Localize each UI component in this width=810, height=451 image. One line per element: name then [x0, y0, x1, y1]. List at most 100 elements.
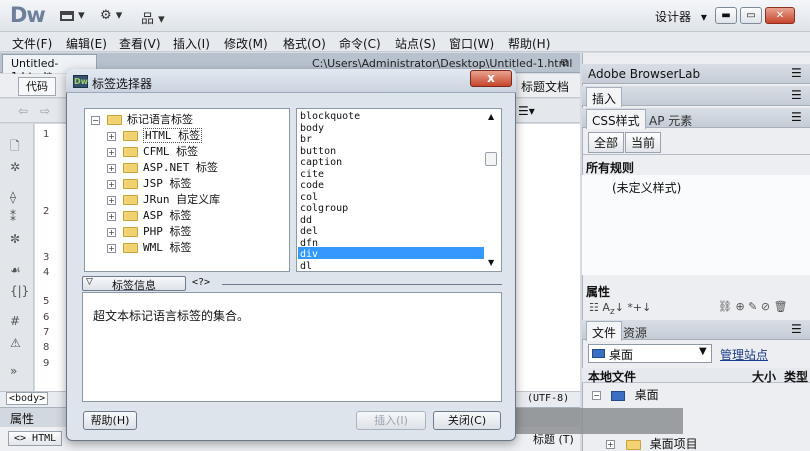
list-item[interactable]: dfn: [300, 238, 318, 250]
scroll-up-icon[interactable]: ▲: [488, 112, 494, 121]
list-item[interactable]: caption: [300, 157, 342, 169]
collapse-icon[interactable]: −: [592, 391, 601, 400]
panel-menu-icon[interactable]: ☰: [791, 66, 802, 80]
tab-css-styles[interactable]: CSS样式: [586, 109, 646, 129]
list-item-selected[interactable]: div: [300, 249, 318, 261]
panel-menu-icon[interactable]: ☰: [791, 88, 802, 102]
menu-view[interactable]: 查看(V): [119, 35, 161, 52]
expand-icon[interactable]: +: [606, 440, 615, 449]
tree-node[interactable]: + HTML 标签: [107, 127, 203, 143]
dialog-close-button[interactable]: x: [470, 70, 512, 87]
maximize-button[interactable]: ▭: [740, 7, 762, 24]
tree-node[interactable]: + PHP 标签: [107, 223, 192, 239]
tree-node[interactable]: + JSP 标签: [107, 175, 192, 191]
current-button[interactable]: 当前: [625, 132, 662, 153]
menu-modify[interactable]: 修改(M): [224, 35, 268, 52]
balance-braces-icon[interactable]: {|}: [10, 284, 29, 298]
column-local-files[interactable]: 本地文件: [588, 368, 636, 385]
list-item[interactable]: dd: [300, 215, 312, 227]
expand-icon[interactable]: +: [107, 211, 116, 221]
tab-assets[interactable]: 资源: [618, 321, 652, 341]
list-item[interactable]: dl: [300, 261, 312, 273]
expand-all-icon[interactable]: ⁑: [10, 210, 16, 224]
more-tools-icon[interactable]: »: [10, 364, 17, 378]
tag-selector-body[interactable]: <body>: [6, 392, 49, 405]
menu-commands[interactable]: 命令(C): [339, 35, 381, 52]
wrap-icon[interactable]: ☙: [10, 263, 21, 277]
list-item[interactable]: del: [300, 226, 318, 238]
tree-node[interactable]: + ASP 标签: [107, 207, 192, 223]
line-numbers-icon[interactable]: #: [10, 314, 20, 328]
menu-help[interactable]: 帮助(H): [508, 35, 550, 52]
expand-icon[interactable]: +: [107, 147, 116, 157]
list-item[interactable]: button: [300, 146, 336, 158]
tab-ap-elements[interactable]: AP 元素: [644, 109, 697, 129]
collapse-icon[interactable]: −: [91, 115, 100, 125]
close-button[interactable]: 关闭(C): [433, 411, 501, 430]
css-actions-icons[interactable]: ⛓ ⊕ ✎ ⊘ 🗑: [718, 300, 788, 313]
scrollbar-thumb[interactable]: [485, 152, 497, 166]
view-options-icon[interactable]: ☰▾: [518, 104, 535, 118]
tag-list-scrollbar[interactable]: ▲ ▼: [485, 112, 499, 268]
menu-format[interactable]: 格式(O): [283, 35, 326, 52]
list-item[interactable]: body: [300, 123, 324, 135]
menu-site[interactable]: 站点(S): [395, 35, 436, 52]
insert-panel-header[interactable]: 插入 ☰: [582, 86, 810, 107]
tree-row[interactable]: + 桌面项目: [606, 435, 698, 451]
tag-info-icon[interactable]: <?>: [192, 277, 210, 288]
help-button[interactable]: 帮助(H): [83, 411, 137, 430]
restore-doc-icon[interactable]: ⧉: [561, 56, 569, 70]
list-item[interactable]: code: [300, 180, 324, 192]
show-category-icon[interactable]: ☷ Az↓ *+↓: [589, 301, 651, 317]
forward-arrow-icon[interactable]: ⇨: [40, 104, 50, 118]
all-rules-button[interactable]: 全部: [588, 132, 625, 153]
panel-menu-icon[interactable]: ☰: [791, 322, 802, 336]
layout-menu-button[interactable]: ▾: [60, 8, 85, 23]
column-size[interactable]: 大小: [752, 368, 776, 385]
minimize-button[interactable]: ▬: [715, 7, 737, 24]
tree-row[interactable]: − 桌面: [592, 386, 659, 403]
location-select[interactable]: 桌面 ▼: [588, 344, 712, 363]
list-item[interactable]: cite: [300, 169, 324, 181]
workspace-switcher[interactable]: 设计器 ▾: [655, 8, 707, 25]
undefined-style-item[interactable]: (未定义样式): [612, 179, 681, 196]
tab-files[interactable]: 文件: [586, 321, 623, 341]
browserlab-panel-header[interactable]: Adobe BrowserLab ☰: [582, 64, 810, 84]
expand-icon[interactable]: +: [107, 243, 116, 253]
collapse-tag-icon[interactable]: ✲: [10, 160, 20, 174]
site-menu-button[interactable]: 品 ▾: [141, 8, 165, 27]
column-type[interactable]: 类型: [784, 368, 808, 385]
back-arrow-icon[interactable]: ⇦: [18, 104, 28, 118]
tree-node[interactable]: + WML 标签: [107, 239, 192, 255]
expand-icon[interactable]: +: [107, 179, 116, 189]
panel-menu-icon[interactable]: ☰: [791, 110, 802, 124]
close-app-button[interactable]: ✕: [765, 7, 795, 24]
manage-sites-link[interactable]: 管理站点: [720, 346, 768, 363]
code-view-button[interactable]: 代码: [18, 77, 56, 96]
expand-icon[interactable]: +: [107, 163, 116, 173]
tree-node[interactable]: + ASP.NET 标签: [107, 159, 218, 175]
html-mode-button[interactable]: <> HTML: [8, 431, 63, 446]
expand-icon[interactable]: +: [107, 131, 116, 141]
expand-icon[interactable]: +: [107, 195, 116, 205]
list-item[interactable]: br: [300, 134, 312, 146]
menu-edit[interactable]: 编辑(E): [66, 35, 107, 52]
expand-icon[interactable]: +: [107, 227, 116, 237]
insert-button[interactable]: 插入(I): [356, 411, 426, 430]
tree-node[interactable]: + JRun 自定义库: [107, 191, 220, 207]
menu-insert[interactable]: 插入(I): [173, 35, 210, 52]
collapse-selection-icon[interactable]: ⟠: [10, 190, 16, 204]
scroll-down-icon[interactable]: ▼: [488, 258, 494, 267]
list-item[interactable]: colgroup: [300, 203, 348, 215]
menu-window[interactable]: 窗口(W): [449, 35, 494, 52]
list-item[interactable]: blockquote: [300, 111, 360, 123]
list-item[interactable]: col: [300, 192, 318, 204]
select-parent-tag-icon[interactable]: ✼: [10, 232, 20, 246]
properties-tab[interactable]: 属性: [10, 410, 34, 427]
tree-node[interactable]: + CFML 标签: [107, 143, 198, 159]
tree-node[interactable]: − 标记语言标签: [91, 111, 193, 127]
menu-file[interactable]: 文件(F): [12, 35, 52, 52]
open-documents-icon[interactable]: 🗋: [10, 137, 20, 158]
extend-settings-button[interactable]: ⚙ ▾: [100, 8, 122, 23]
highlight-invalid-icon[interactable]: ⚠: [10, 336, 21, 350]
